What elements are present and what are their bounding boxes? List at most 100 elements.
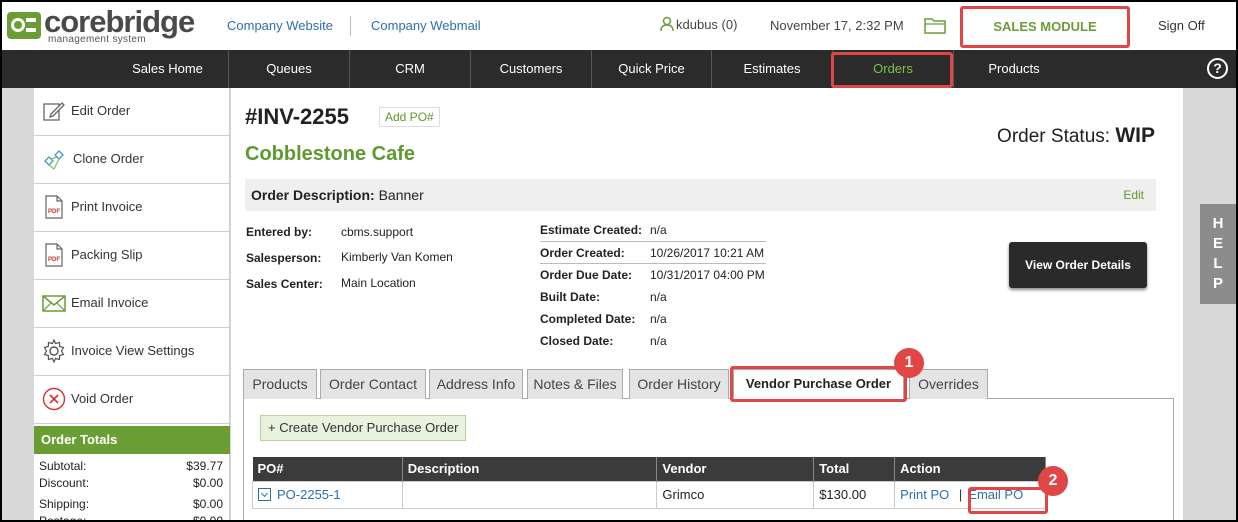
table-row: PO-2255-1 Grimco $130.00 Print PO | Email…: [252, 480, 1046, 509]
nav-queues[interactable]: Queues: [229, 50, 350, 88]
email-po-highlight: [968, 487, 1048, 514]
user-name: kdubus (0): [676, 17, 738, 32]
company-webmail-link[interactable]: Company Webmail: [371, 18, 481, 33]
column-header: PO#: [252, 457, 403, 481]
column-header: Vendor: [656, 457, 815, 481]
app-window: corebridge management system Company Web…: [0, 0, 1238, 522]
salesperson-label: Salesperson:: [246, 251, 322, 265]
sidebar: Edit Order Clone Order PDF Print Invoice: [34, 88, 230, 522]
svg-text:PDF: PDF: [48, 257, 60, 263]
user-account[interactable]: kdubus (0): [660, 16, 737, 32]
sidebar-item-label: Email Invoice: [71, 295, 149, 310]
sidebar-item-print-invoice[interactable]: PDF Print Invoice: [34, 184, 230, 232]
date-label: Estimate Created:: [540, 223, 643, 237]
print-po-link[interactable]: Print PO: [900, 487, 949, 502]
totals-row-postage: Postage: $0.00: [39, 514, 223, 522]
sidebar-item-edit-order[interactable]: Edit Order: [34, 88, 230, 136]
order-description-bar: Order Description: Banner Edit: [245, 179, 1156, 211]
sign-off-link[interactable]: Sign Off: [1158, 18, 1205, 33]
expand-icon[interactable]: [258, 488, 271, 501]
sales-module-button[interactable]: SALES MODULE: [960, 6, 1130, 48]
sidebar-item-label: Clone Order: [73, 151, 144, 166]
nav-products[interactable]: Products: [954, 50, 1074, 88]
tab-notes-files[interactable]: Notes & Files: [527, 369, 623, 399]
tab-order-history[interactable]: Order History: [629, 369, 729, 399]
sales-center-label: Sales Center:: [246, 277, 323, 291]
tab-overrides[interactable]: Overrides: [909, 369, 988, 399]
tab-products[interactable]: Products: [243, 369, 317, 399]
sidebar-item-label: Edit Order: [71, 103, 131, 118]
sidebar-item-void-order[interactable]: Void Order: [34, 376, 230, 424]
sidebar-item-invoice-view-settings[interactable]: Invoice View Settings: [34, 328, 230, 376]
nav-customers[interactable]: Customers: [471, 50, 592, 88]
gear-icon: [43, 339, 65, 363]
company-website-link[interactable]: Company Website: [227, 18, 333, 33]
sidebar-item-label: Void Order: [71, 391, 134, 406]
date-label: Completed Date:: [540, 312, 636, 326]
folder-icon[interactable]: [924, 16, 946, 34]
sidebar-item-label: Invoice View Settings: [71, 343, 195, 358]
po-vendor-cell: Grimco: [656, 480, 815, 509]
divider: [540, 263, 766, 264]
orders-highlight: [831, 52, 953, 88]
po-number-link[interactable]: PO-2255-1: [277, 487, 341, 502]
date-label: Closed Date:: [540, 334, 614, 348]
sidebar-item-label: Print Invoice: [71, 199, 143, 214]
step-badge-2: 2: [1038, 466, 1068, 496]
corebridge-logo[interactable]: corebridge management system: [6, 4, 196, 46]
entered-by-label: Entered by:: [246, 225, 313, 239]
totals-row-subtotal: Subtotal: $39.77: [39, 459, 223, 473]
order-status: Order Status: WIP: [997, 124, 1155, 147]
void-x-icon: [42, 387, 66, 411]
nav-crm[interactable]: CRM: [350, 50, 471, 88]
pdf-icon: PDF: [45, 243, 63, 267]
edit-description-link[interactable]: Edit: [1123, 179, 1144, 211]
order-status-value: WIP: [1115, 124, 1155, 147]
tab-order-contact[interactable]: Order Contact: [320, 369, 426, 399]
main-nav: Sales Home Queues CRM Customers Quick Pr…: [2, 50, 1236, 88]
sidebar-item-email-invoice[interactable]: Email Invoice: [34, 280, 230, 328]
sidebar-item-packing-slip[interactable]: PDF Packing Slip: [34, 232, 230, 280]
sidebar-item-clone-order[interactable]: Clone Order: [34, 136, 230, 184]
order-description-value: Banner: [378, 187, 424, 203]
current-datetime: November 17, 2:32 PM: [770, 18, 904, 33]
date-value: n/a: [650, 223, 667, 237]
company-name[interactable]: Cobblestone Cafe: [245, 143, 415, 166]
help-icon[interactable]: ?: [1207, 58, 1228, 79]
logo-subtitle: management system: [48, 34, 146, 45]
order-totals-header: Order Totals: [34, 426, 230, 454]
po-description-cell: [401, 480, 658, 509]
date-value: 10/26/2017 10:21 AM: [650, 246, 765, 260]
totals-row-discount: Discount: $0.00: [39, 476, 223, 490]
sidebar-item-label: Packing Slip: [71, 247, 143, 262]
nav-sales-home[interactable]: Sales Home: [107, 50, 229, 88]
clone-icon: [44, 150, 64, 170]
top-bar: corebridge management system Company Web…: [2, 2, 1236, 50]
view-order-details-button[interactable]: View Order Details: [1009, 242, 1147, 288]
po-number-cell: PO-2255-1: [252, 480, 403, 509]
logo-mark-icon: [7, 12, 41, 39]
divider: [540, 241, 766, 242]
order-main-panel: #INV-2255 Add PO# Cobblestone Cafe Order…: [231, 88, 1183, 520]
envelope-icon: [42, 295, 66, 312]
add-po-button[interactable]: Add PO#: [379, 107, 440, 127]
table-header-row: PO# Description Vendor Total Action: [252, 457, 1046, 481]
help-side-tab[interactable]: H E L P: [1200, 204, 1236, 304]
date-label: Order Created:: [540, 246, 625, 260]
nav-estimates[interactable]: Estimates: [712, 50, 833, 88]
column-header: Total: [813, 457, 896, 481]
pdf-icon: PDF: [45, 195, 63, 219]
purchase-order-table: PO# Description Vendor Total Action PO-2…: [252, 457, 1046, 509]
invoice-number: #INV-2255: [245, 104, 349, 129]
create-vendor-po-button[interactable]: + Create Vendor Purchase Order: [260, 415, 467, 441]
column-header: Action: [894, 457, 1046, 481]
po-total-cell: $130.00: [813, 480, 896, 509]
nav-quick-price[interactable]: Quick Price: [592, 50, 712, 88]
order-description-label: Order Description:: [251, 187, 375, 203]
date-value: n/a: [650, 334, 667, 348]
date-value: 10/31/2017 04:00 PM: [650, 268, 765, 282]
column-header: Description: [402, 457, 658, 481]
tab-address-info[interactable]: Address Info: [429, 369, 523, 399]
step-badge-1: 1: [894, 348, 924, 378]
sales-center-value: Main Location: [341, 276, 416, 290]
